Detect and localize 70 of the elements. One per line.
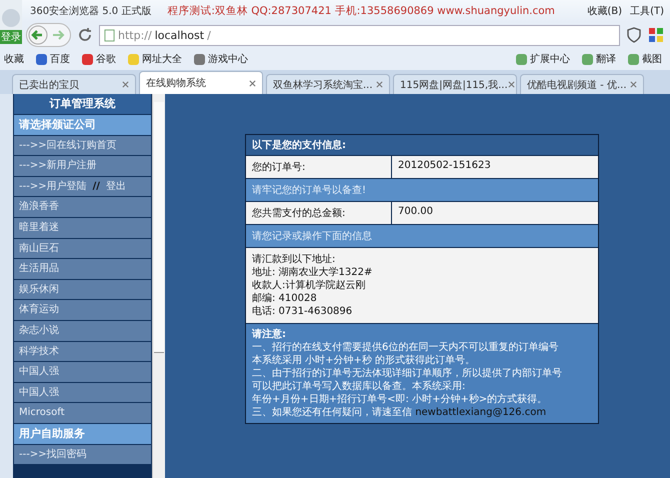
banner-text: 程序测试:双鱼林 QQ:287307421 手机:13558690869 www.shuangyulin.com xyxy=(167,4,555,18)
page-icon xyxy=(104,28,115,42)
payment-title: 以下是您的支付信息: xyxy=(246,135,598,155)
browser-tab[interactable]: 双鱼林学习系统淘宝... xyxy=(266,74,390,94)
address-line: 电话: 0731-4630896 xyxy=(252,305,354,318)
back-icon[interactable] xyxy=(28,25,48,45)
sidebar-item[interactable]: 中国人强 xyxy=(14,382,151,402)
address-line: 邮编: 410028 xyxy=(252,292,318,305)
bookmark-item[interactable]: 游戏中心 xyxy=(194,52,248,66)
sidebar-item[interactable]: 中国人强 xyxy=(14,362,151,382)
bookmark-item[interactable]: 百度 xyxy=(36,52,70,66)
email-link[interactable]: newbattlexiang@126.com xyxy=(415,407,546,418)
note-text: 一、招行的在线支付需要提供6位的在同一天内不可以重复的订单编号 xyxy=(252,341,560,354)
close-icon[interactable] xyxy=(122,81,129,88)
note-title: 请注意: xyxy=(252,328,287,341)
login-avatar[interactable]: 登录 xyxy=(0,0,22,44)
logout-link[interactable]: 登出 xyxy=(106,180,126,192)
scrollbar[interactable] xyxy=(152,94,165,478)
address-field[interactable]: http:// localhost / xyxy=(99,24,620,46)
note-text: 二、由于招行的订单号无法体现详细订单顺序，所以提供了内部订单号 xyxy=(252,367,563,380)
note-text: 三、如果您还有任何疑问，请速至信 xyxy=(252,407,412,418)
sidebar-item[interactable]: 杂志小说 xyxy=(14,320,151,341)
address-line: 收款人:计算机学院赵云刚 xyxy=(252,279,366,292)
sidebar-title: 订单管理系统 xyxy=(14,94,151,114)
bookmark-item[interactable]: 网址大全 xyxy=(128,52,182,66)
sidebar-item[interactable]: --->>新用户注册 xyxy=(14,156,151,176)
close-icon[interactable] xyxy=(249,80,256,86)
close-icon[interactable] xyxy=(508,81,515,88)
sidebar-item[interactable]: 渔浪香香 xyxy=(14,197,151,217)
notice-text: 请您记录或操作下面的信息 xyxy=(246,225,598,247)
sidebar-section-header: 用户自助服务 xyxy=(14,424,151,444)
browser-tab[interactable]: 优酷电视剧频道 - 优... xyxy=(520,74,644,94)
browser-tab[interactable]: 在线购物系统 xyxy=(139,71,263,94)
sidebar-item[interactable]: 暗里着迷 xyxy=(14,218,151,238)
field-value: 700.00 xyxy=(392,202,598,224)
note-text: 本系统采用 小时+分钟+秒 的形式获得此订单号。 xyxy=(252,354,476,367)
toolbar-item[interactable]: 扩展中心 xyxy=(516,52,570,66)
toolbar-item[interactable]: 翻译 xyxy=(582,52,616,66)
login-link[interactable]: --->>用户登陆 xyxy=(19,180,87,192)
bookmark-item[interactable]: 谷歌 xyxy=(82,52,116,66)
sidebar-section-header: 请选择颁证公司 xyxy=(14,115,151,135)
address-line: 地址: 湖南农业大学1322# xyxy=(252,266,374,279)
close-icon[interactable] xyxy=(376,81,383,88)
note-text: 年份+月份+日期+招行订单号<即: 小时+分钟+秒>的方式获得。 xyxy=(252,393,548,406)
close-icon[interactable] xyxy=(630,81,637,88)
address-line: 请汇款到以下地址: xyxy=(252,253,336,266)
browser-title: 360安全浏览器 5.0 正式版 xyxy=(30,4,152,18)
sidebar-item[interactable]: 体育运动 xyxy=(14,300,151,320)
notice-text: 请牢记您的订单号以备查! xyxy=(246,179,598,201)
sidebar-item[interactable]: --->>回在线订购首页 xyxy=(14,136,151,156)
note-text: 可以把此订单号写入数据库以备查。本系统采用: xyxy=(252,380,466,393)
browser-tab[interactable]: 115网盘|网盘|115,我... xyxy=(393,74,517,94)
shield-icon[interactable] xyxy=(626,27,642,43)
sidebar-item[interactable]: --->>找回密码 xyxy=(14,444,151,464)
sidebar-item[interactable]: 科学技术 xyxy=(14,342,151,362)
menu-item[interactable]: 工具(T) xyxy=(630,4,664,18)
menu-item[interactable]: 收藏(B) xyxy=(587,4,622,18)
sidebar-item[interactable]: 娱乐休闲 xyxy=(14,280,151,300)
bookmark-item[interactable]: 收藏 xyxy=(4,52,24,66)
toolbar-item[interactable]: 截图 xyxy=(628,52,662,66)
sidebar-item[interactable]: 南山巨石 xyxy=(14,238,151,258)
browser-tab[interactable]: 已卖出的宝贝 xyxy=(12,74,136,94)
field-label: 您的订单号: xyxy=(246,156,391,178)
field-value: 20120502-151623 xyxy=(392,156,598,178)
field-label: 您共需支付的总金额: xyxy=(246,202,391,224)
refresh-icon[interactable] xyxy=(77,27,93,43)
sidebar-item[interactable]: 生活用品 xyxy=(14,259,151,279)
separator-text: // xyxy=(92,180,100,192)
sidebar-item[interactable]: Microsoft xyxy=(14,403,151,423)
apps-icon[interactable] xyxy=(648,27,664,43)
